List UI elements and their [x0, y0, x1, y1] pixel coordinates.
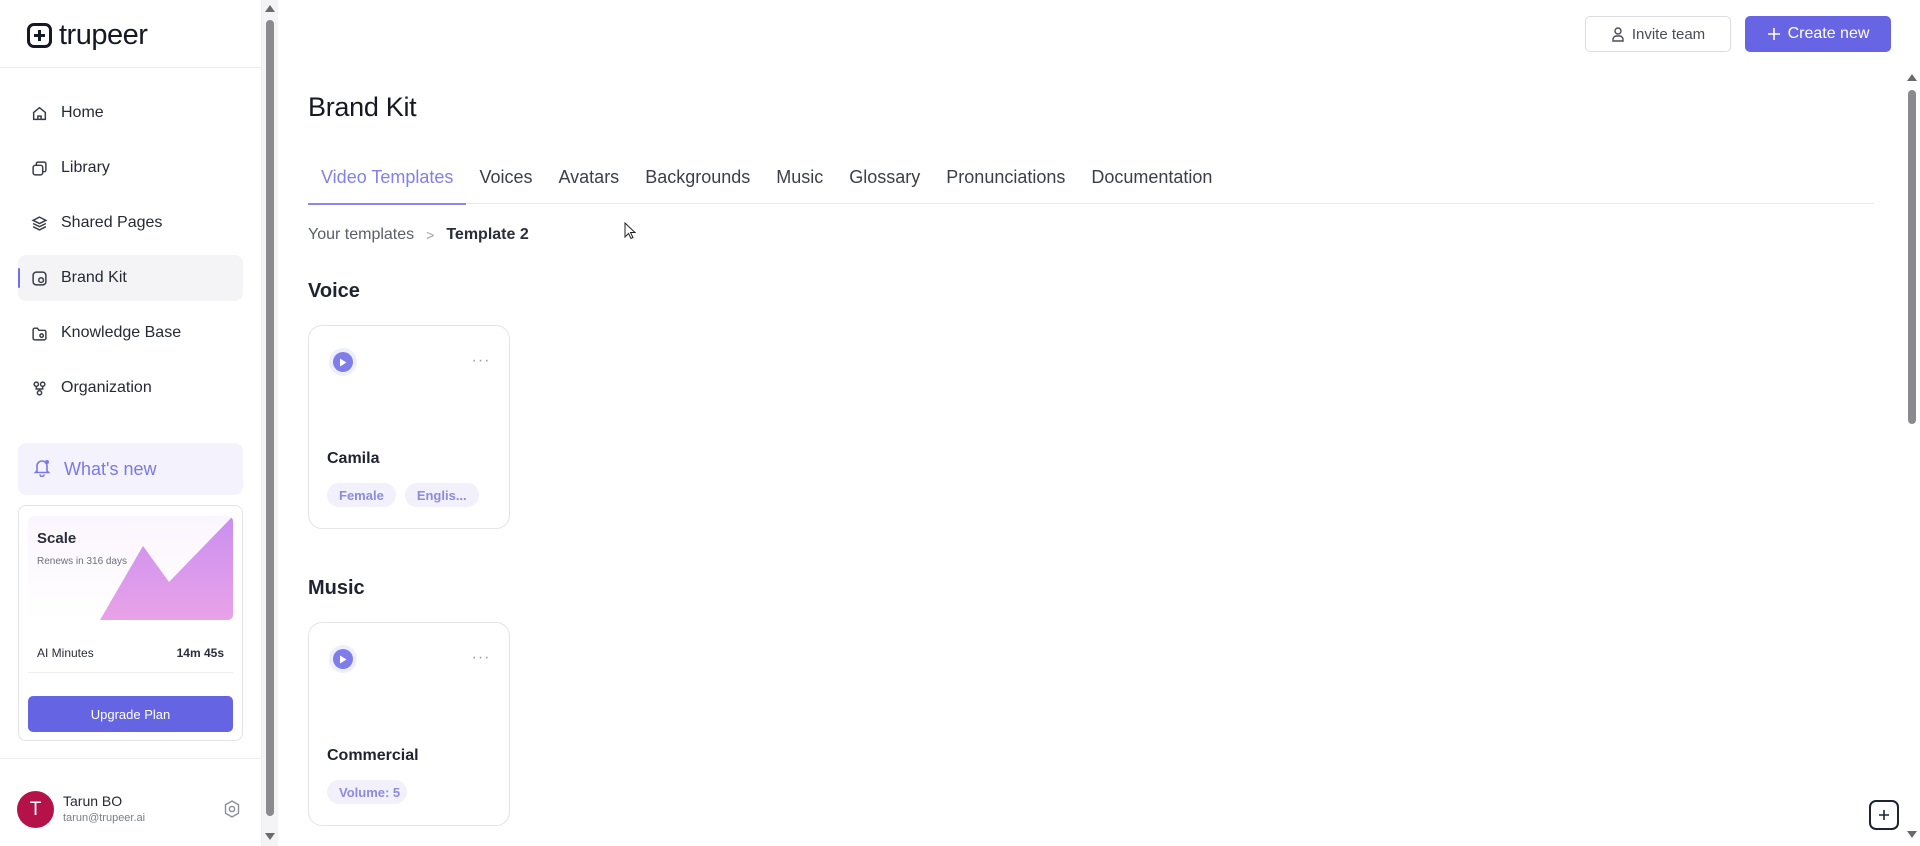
whats-new-button[interactable]: What's new — [18, 443, 243, 495]
plan-name: Scale — [37, 530, 77, 547]
sidebar-item-label: Library — [61, 159, 110, 176]
chevron-right-icon: > — [426, 227, 435, 243]
sidebar-item-organization[interactable]: Organization — [18, 365, 243, 411]
sidebar-item-label: Organization — [61, 379, 152, 396]
tab-avatars[interactable]: Avatars — [545, 150, 632, 204]
create-new-button[interactable]: Create new — [1745, 16, 1891, 52]
brand-kit-tabs: Video Templates Voices Avatars Backgroun… — [308, 150, 1874, 205]
music-card[interactable]: ··· Commercial Volume: 5 — [308, 622, 510, 826]
sidebar-item-label: Knowledge Base — [61, 324, 182, 341]
plan-hero: Scale Renews in 316 days — [28, 516, 233, 620]
sidebar-item-home[interactable]: Home — [18, 90, 243, 136]
avatar[interactable]: T — [17, 791, 54, 828]
breadcrumb-current: Template 2 — [446, 226, 529, 243]
scroll-up-arrow-icon[interactable] — [1907, 74, 1917, 81]
card-title: Commercial — [327, 747, 419, 764]
sidebar-scrollbar[interactable] — [262, 0, 278, 846]
invite-team-label: Invite team — [1631, 25, 1706, 43]
section-title-music: Music — [308, 577, 365, 599]
create-new-label: Create new — [1787, 25, 1870, 42]
bell-icon — [32, 457, 52, 482]
invite-team-button[interactable]: Invite team — [1585, 16, 1731, 52]
plus-icon — [1879, 810, 1889, 820]
card-tags: Female Englis... — [327, 483, 479, 507]
sidebar: trupeer Home Library Shared Pages Brand — [0, 0, 262, 846]
plus-icon — [1767, 28, 1780, 40]
tag-gender: Female — [327, 483, 396, 507]
sidebar-item-label: Shared Pages — [61, 214, 163, 231]
whats-new-label: What's new — [64, 458, 157, 479]
play-button[interactable] — [329, 645, 357, 673]
settings-button[interactable] — [220, 797, 244, 821]
add-widget-button[interactable] — [1869, 800, 1899, 830]
logo-text: trupeer — [59, 18, 148, 51]
library-icon — [31, 160, 48, 177]
scroll-down-arrow-icon[interactable] — [265, 833, 275, 840]
tab-voices[interactable]: Voices — [466, 150, 545, 204]
home-icon — [31, 105, 48, 122]
scroll-up-arrow-icon[interactable] — [265, 5, 275, 12]
breadcrumb-your-templates[interactable]: Your templates — [308, 226, 414, 244]
logo-mark-icon — [27, 22, 52, 48]
card-tags: Volume: 5 — [327, 780, 407, 804]
brand-kit-icon — [31, 270, 48, 287]
tag-volume: Volume: 5 — [327, 780, 407, 804]
sidebar-item-shared-pages[interactable]: Shared Pages — [18, 200, 243, 246]
plan-card: Scale Renews in 316 days AI Minutes 14m … — [18, 505, 243, 741]
scrollbar-thumb[interactable] — [1908, 90, 1916, 424]
divider — [28, 672, 233, 673]
organization-icon — [31, 380, 48, 397]
logo[interactable]: trupeer — [27, 18, 148, 52]
play-icon — [333, 649, 353, 669]
play-button[interactable] — [329, 348, 357, 376]
user-icon — [1612, 27, 1624, 42]
sidebar-item-label: Home — [61, 104, 104, 121]
tab-music[interactable]: Music — [763, 150, 836, 204]
tab-video-templates[interactable]: Video Templates — [308, 150, 467, 205]
more-options-icon[interactable]: ··· — [469, 352, 493, 370]
tab-glossary[interactable]: Glossary — [836, 150, 933, 204]
sidebar-item-brand-kit[interactable]: Brand Kit — [18, 255, 243, 301]
main-scrollbar[interactable] — [1904, 68, 1920, 846]
tag-language: Englis... — [404, 483, 479, 507]
gear-icon — [224, 800, 240, 818]
divider — [0, 67, 262, 68]
section-title-voice: Voice — [308, 280, 360, 302]
tab-documentation[interactable]: Documentation — [1078, 150, 1225, 204]
sidebar-nav: Home Library Shared Pages Brand Kit Know… — [18, 90, 243, 420]
main-content: Invite team Create new Brand Kit Video T… — [278, 0, 1904, 846]
folder-icon — [31, 325, 48, 342]
scrollbar-thumb[interactable] — [266, 20, 274, 816]
scroll-down-arrow-icon[interactable] — [1907, 831, 1917, 838]
card-title: Camila — [327, 450, 380, 467]
mouse-cursor-icon — [624, 222, 636, 240]
user-name: Tarun BO — [63, 793, 123, 809]
play-icon — [333, 352, 353, 372]
ai-minutes-row: AI Minutes 14m 45s — [37, 646, 224, 660]
tab-backgrounds[interactable]: Backgrounds — [632, 150, 763, 204]
tab-pronunciations[interactable]: Pronunciations — [933, 150, 1078, 204]
user-email: tarun@trupeer.ai — [63, 812, 146, 824]
sidebar-item-knowledge-base[interactable]: Knowledge Base — [18, 310, 243, 356]
ai-minutes-label: AI Minutes — [37, 646, 94, 660]
sidebar-item-label: Brand Kit — [61, 269, 127, 286]
more-options-icon[interactable]: ··· — [469, 649, 493, 667]
upgrade-plan-button[interactable]: Upgrade Plan — [28, 696, 233, 732]
plan-renewal: Renews in 316 days — [37, 556, 128, 567]
sidebar-item-library[interactable]: Library — [18, 145, 243, 191]
ai-minutes-value: 14m 45s — [176, 646, 224, 660]
breadcrumb: Your templates > Template 2 — [308, 226, 529, 244]
layers-icon — [31, 215, 48, 232]
page-title: Brand Kit — [308, 92, 417, 122]
voice-card[interactable]: ··· Camila Female Englis... — [308, 325, 510, 529]
divider — [0, 758, 262, 759]
